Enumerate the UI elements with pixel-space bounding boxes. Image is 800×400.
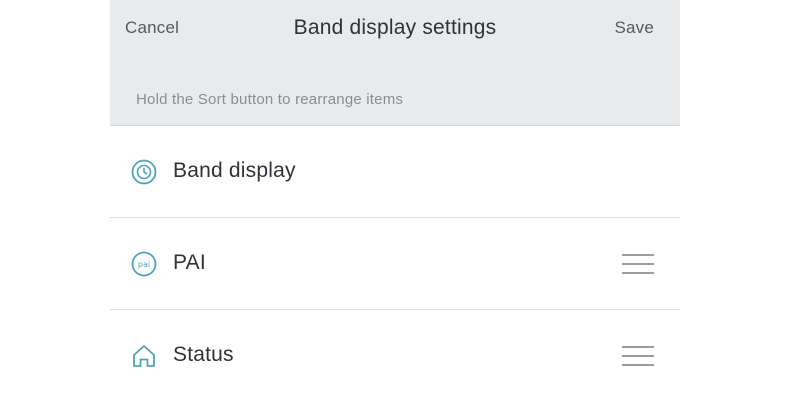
list-item-label: Band display <box>173 159 296 182</box>
page-title: Band display settings <box>293 16 497 39</box>
navigation-bar: Cancel Band display settings Save <box>110 0 680 58</box>
list-item-status[interactable]: Status <box>110 310 680 400</box>
clock-icon <box>131 159 157 185</box>
home-icon <box>133 345 155 367</box>
list-item-pai[interactable]: pai PAI <box>110 218 680 310</box>
pai-icon: pai <box>131 251 157 277</box>
sort-hint-bar: Hold the Sort button to rearrange items <box>110 58 680 126</box>
pai-badge-text: pai <box>138 260 150 269</box>
sort-hint-text: Hold the Sort button to rearrange items <box>136 91 404 108</box>
sort-handle-icon[interactable] <box>622 344 654 368</box>
settings-screen: Cancel Band display settings Save Hold t… <box>110 0 680 400</box>
list-item-label: PAI <box>173 251 206 274</box>
list-item-label: Status <box>173 343 234 366</box>
list-item-band-display[interactable]: Band display <box>110 126 680 218</box>
save-button[interactable]: Save <box>614 18 654 38</box>
sort-handle-icon[interactable] <box>622 252 654 276</box>
